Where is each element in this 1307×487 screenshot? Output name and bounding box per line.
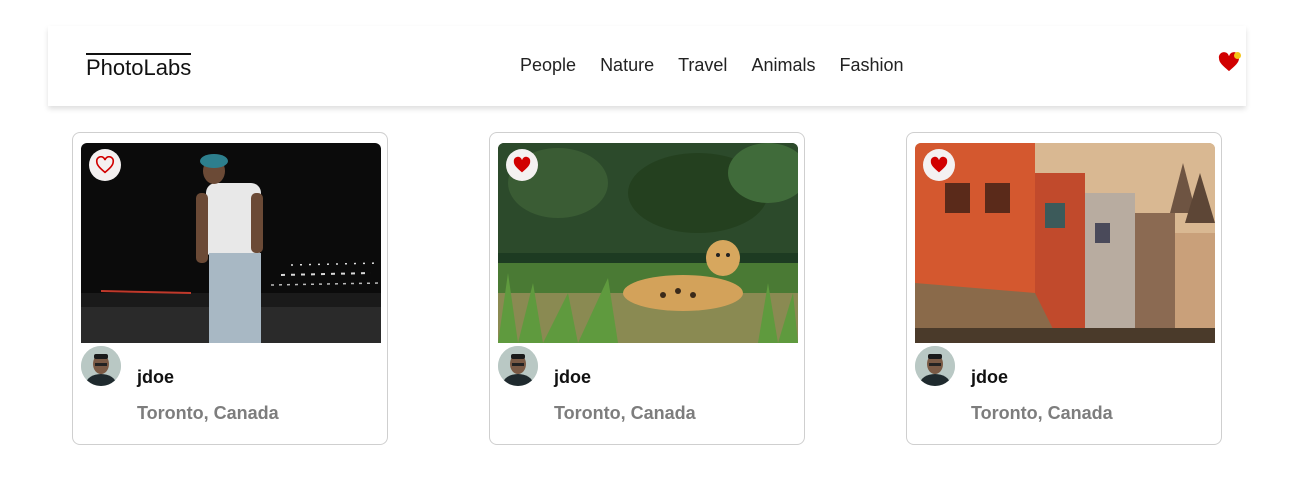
heart-filled-icon [930,156,948,173]
heart-outline-icon [95,156,115,174]
topic-list: People Nature Travel Animals Fashion [520,55,904,77]
topic-nature[interactable]: Nature [600,55,654,77]
app-logo[interactable]: PhotoLabs [86,53,192,79]
topic-fashion[interactable]: Fashion [839,55,903,77]
avatar [81,346,121,386]
photo-card[interactable]: jdoe Toronto, Canada [489,132,805,445]
favorite-button[interactable] [923,149,955,181]
username: jdoe [971,367,1009,387]
topic-animals[interactable]: Animals [751,55,815,77]
photo-image[interactable] [81,143,381,343]
location-text: Toronto, Canada [137,403,279,423]
location-text: Toronto, Canada [554,403,696,423]
avatar [915,346,955,386]
photo-card[interactable]: jdoe Toronto, Canada [906,132,1222,445]
topic-travel[interactable]: Travel [678,55,727,77]
notification-dot-icon [1234,52,1241,59]
username: jdoe [137,367,175,387]
favorite-button[interactable] [506,149,538,181]
topic-people[interactable]: People [520,55,576,77]
photo-image[interactable] [498,143,798,343]
photo-card[interactable]: jdoe Toronto, Canada [72,132,388,445]
favorite-button[interactable] [89,149,121,181]
favorites-heart-icon[interactable] [1218,52,1242,74]
username: jdoe [554,367,592,387]
heart-filled-icon [513,156,531,173]
top-navigation-bar: PhotoLabs People Nature Travel Animals F… [48,26,1246,106]
photo-image[interactable] [915,143,1215,343]
location-text: Toronto, Canada [971,403,1113,423]
avatar [498,346,538,386]
